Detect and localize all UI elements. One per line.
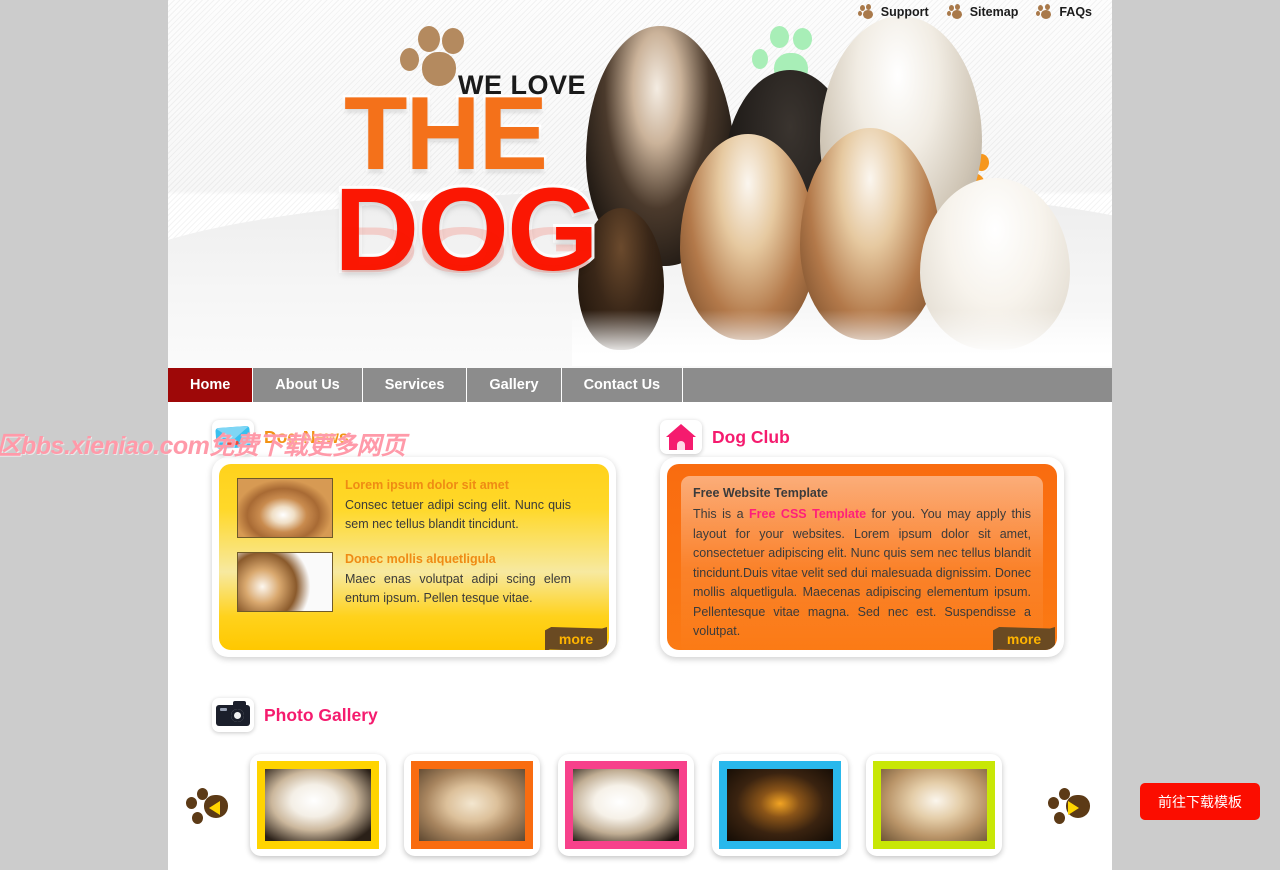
gallery-thumb-5[interactable] (866, 754, 1002, 856)
header-dogs-photo (572, 8, 1112, 366)
utility-link-label: Sitemap (969, 5, 1019, 19)
section-header-dog-news: Dog News (212, 420, 349, 454)
dog-club-panel: Free Website Template This is a Free CSS… (660, 457, 1064, 657)
utility-link-sitemap[interactable]: Sitemap (946, 4, 1019, 20)
news-more-button[interactable]: more (545, 627, 607, 650)
paw-icon (857, 4, 875, 20)
section-title-dog-news: Dog News (264, 426, 349, 447)
page-container: Support Sitemap FAQs WE LOVE THE DOG DOG… (168, 0, 1112, 870)
section-header-photo-gallery: Photo Gallery (212, 698, 378, 732)
news-text: Maec enas volutpat adipi scing elem entu… (345, 572, 571, 605)
club-body: This is a Free CSS Template for you. You… (693, 505, 1031, 642)
page-gutter-left (0, 0, 168, 870)
house-icon (660, 420, 702, 454)
utility-link-faqs[interactable]: FAQs (1036, 4, 1092, 20)
club-body-part2: for you. You may apply this layout for y… (693, 507, 1031, 638)
news-text: Consec tetuer adipi scing elit. Nunc qui… (345, 498, 571, 531)
free-css-template-link[interactable]: Free CSS Template (749, 507, 866, 521)
gallery-photo (573, 769, 679, 841)
news-thumbnail (237, 478, 333, 538)
news-body: Donec mollis alquetligula Maec enas volu… (345, 552, 571, 612)
gallery-next-button[interactable] (1048, 788, 1092, 830)
news-headline: Lorem ipsum dolor sit amet (345, 478, 509, 492)
dog-news-panel-inner: Lorem ipsum dolor sit amet Consec tetuer… (219, 464, 609, 650)
main-content: Dog News Dog Club Lorem ipsum dolor sit … (168, 402, 1112, 870)
gallery-frame (719, 761, 841, 849)
camera-icon (212, 698, 254, 732)
club-text-box: Free Website Template This is a Free CSS… (681, 476, 1043, 650)
download-template-button[interactable]: 前往下载模板 (1140, 783, 1260, 820)
gallery-frame (411, 761, 533, 849)
mail-icon (212, 420, 254, 454)
club-body-part1: This is a (693, 507, 750, 521)
gallery-frame (873, 761, 995, 849)
nav-item-services[interactable]: Services (363, 368, 468, 402)
main-navigation: Home About Us Services Gallery Contact U… (168, 368, 1112, 402)
gallery-strip (250, 754, 1040, 864)
section-title-photo-gallery: Photo Gallery (264, 704, 378, 725)
news-item[interactable]: Lorem ipsum dolor sit amet Consec tetuer… (237, 478, 571, 538)
paw-icon (1036, 4, 1053, 20)
utility-link-label: Support (880, 5, 929, 19)
gallery-photo (419, 769, 525, 841)
gallery-frame (565, 761, 687, 849)
gallery-photo (727, 769, 833, 841)
section-header-dog-club: Dog Club (660, 420, 790, 454)
club-heading: Free Website Template (693, 486, 828, 500)
gallery-thumb-1[interactable] (250, 754, 386, 856)
news-item[interactable]: Donec mollis alquetligula Maec enas volu… (237, 552, 571, 612)
news-thumbnail (237, 552, 333, 612)
section-title-dog-club: Dog Club (712, 426, 790, 447)
site-header: Support Sitemap FAQs WE LOVE THE DOG DOG (168, 0, 1112, 368)
news-body: Lorem ipsum dolor sit amet Consec tetuer… (345, 478, 571, 538)
paw-icon (946, 4, 964, 20)
nav-item-about-us[interactable]: About Us (253, 368, 363, 402)
utility-link-label: FAQs (1059, 5, 1092, 19)
photo-fade (572, 310, 1112, 366)
gallery-photo (265, 769, 371, 841)
gallery-photo (881, 769, 987, 841)
club-more-button[interactable]: more (993, 627, 1055, 650)
nav-item-gallery[interactable]: Gallery (467, 368, 562, 402)
gallery-prev-button[interactable] (186, 788, 230, 830)
nav-item-contact-us[interactable]: Contact Us (562, 368, 684, 402)
news-headline: Donec mollis alquetligula (345, 552, 496, 566)
gallery-thumb-3[interactable] (558, 754, 694, 856)
dog-club-panel-inner: Free Website Template This is a Free CSS… (667, 464, 1057, 650)
utility-links: Support Sitemap FAQs (857, 4, 1092, 20)
nav-item-home[interactable]: Home (168, 368, 254, 402)
dog-news-panel: Lorem ipsum dolor sit amet Consec tetuer… (212, 457, 616, 657)
utility-link-support[interactable]: Support (857, 4, 929, 20)
screenshot-root: Support Sitemap FAQs WE LOVE THE DOG DOG… (0, 0, 1280, 870)
nav-filler (683, 368, 1112, 402)
gallery-thumb-2[interactable] (404, 754, 540, 856)
page-gutter-right (1112, 0, 1280, 870)
gallery-thumb-4[interactable] (712, 754, 848, 856)
gallery-frame (257, 761, 379, 849)
logo-word-reflection: DOG (334, 213, 597, 286)
